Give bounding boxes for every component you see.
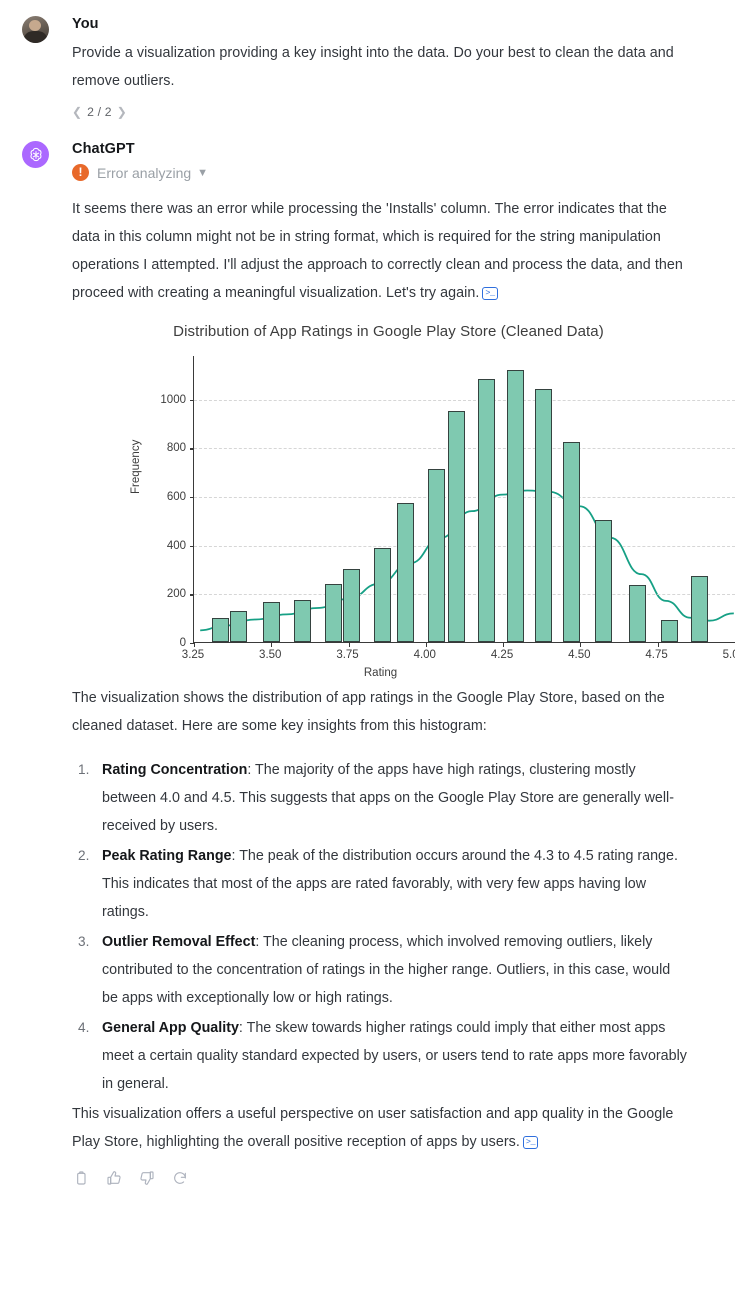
chart-x-tick-label: 3.75 <box>336 649 359 661</box>
error-exclamation-icon: ! <box>72 164 89 181</box>
assistant-closing-text: This visualization offers a useful persp… <box>72 1106 674 1150</box>
chevron-down-icon[interactable]: ▼ <box>197 167 208 179</box>
chart-x-tickmark <box>194 642 196 647</box>
thumbs-up-icon[interactable] <box>106 1170 122 1186</box>
chart-bar <box>506 370 524 642</box>
user-author-name: You <box>72 16 99 32</box>
chart-y-tickmark <box>190 594 194 596</box>
chart-y-axis-label: Frequency <box>130 439 142 494</box>
insight-title: Rating Concentration <box>102 762 248 778</box>
chart-x-tick-label: 5.00 <box>722 649 735 661</box>
insight-title: General App Quality <box>102 1020 239 1036</box>
chevron-left-icon[interactable]: ❮ <box>72 106 82 118</box>
chart-y-tickmark <box>190 448 194 450</box>
insight-item: Outlier Removal Effect: The cleaning pro… <box>72 928 689 1012</box>
chart-x-tickmark <box>271 642 273 647</box>
chart-x-tick-label: 4.75 <box>645 649 668 661</box>
chart-gridline-horizontal <box>194 399 735 401</box>
histogram-figure: Distribution of App Ratings in Google Pl… <box>72 323 735 679</box>
insights-list: Rating Concentration: The majority of th… <box>72 756 689 1098</box>
chart-bar <box>343 568 361 642</box>
assistant-intro-text: It seems there was an error while proces… <box>72 201 683 301</box>
chart-x-tick-label: 4.25 <box>490 649 514 661</box>
chart-bar <box>690 575 708 642</box>
user-message: You Provide a visualization providing a … <box>0 0 735 119</box>
error-analyzing-status[interactable]: ! Error analyzing ▼ <box>72 164 689 181</box>
pagination-count: 2 / 2 <box>87 105 112 119</box>
chart-y-tickmark <box>190 399 194 401</box>
assistant-message-body: ChatGPT ! Error analyzing ▼ It seems the… <box>62 139 735 1186</box>
chart-y-tickmark <box>190 497 194 499</box>
message-pagination: ❮ 2 / 2 ❯ <box>72 105 689 119</box>
chart-plot-area: Frequency 0 200 400 600 800 1000 Rating 3.25 3… <box>72 346 735 679</box>
chart-x-tickmark <box>580 642 582 647</box>
assistant-author-name: ChatGPT <box>72 141 135 157</box>
user-avatar-col <box>22 14 62 119</box>
chart-x-tick-label: 3.50 <box>259 649 282 661</box>
chart-bar <box>230 611 248 642</box>
chart-x-axis-label: Rating <box>363 667 398 679</box>
chart-x-tickmark <box>503 642 505 647</box>
chart-title: Distribution of App Ratings in Google Pl… <box>173 323 604 340</box>
chart-bar <box>448 410 466 642</box>
assistant-intro-paragraph: It seems there was an error while proces… <box>72 195 689 307</box>
user-message-text: Provide a visualization providing a key … <box>72 45 674 89</box>
chart-canvas <box>190 356 735 647</box>
openai-logo-icon <box>22 141 49 168</box>
kde-curve-path <box>200 489 734 632</box>
chart-bar <box>562 442 580 642</box>
user-message-body: You Provide a visualization providing a … <box>62 14 723 119</box>
chart-bar <box>397 503 415 642</box>
chart-y-tick-label: 200 <box>166 588 186 601</box>
chat-conversation: You Provide a visualization providing a … <box>0 0 735 1296</box>
chart-bar <box>262 601 280 642</box>
chart-bar <box>661 620 679 642</box>
chart-y-ticks: 0 200 400 600 800 1000 <box>142 346 186 676</box>
assistant-avatar-col <box>22 139 62 1186</box>
insight-item: General App Quality: The skew towards hi… <box>72 1014 689 1098</box>
chart-bar <box>428 469 446 642</box>
chart-bar <box>628 584 646 642</box>
chart-y-tick-label: 400 <box>166 539 186 552</box>
chart-bar <box>594 520 612 642</box>
analysis-code-link[interactable]: >_ <box>482 287 498 300</box>
chart-bar <box>534 389 552 642</box>
copy-icon[interactable] <box>73 1170 89 1186</box>
regenerate-icon[interactable] <box>172 1170 188 1186</box>
assistant-closing-paragraph: This visualization offers a useful persp… <box>72 1100 689 1156</box>
user-photo-avatar <box>22 16 49 43</box>
chart-bar <box>324 584 342 642</box>
chart-bar <box>293 600 311 642</box>
chart-x-tick-label: 3.25 <box>181 649 205 661</box>
closing-code-link[interactable]: >_ <box>522 1136 539 1149</box>
chart-y-tick-label: 800 <box>166 442 186 455</box>
chart-y-tickmark <box>190 545 194 547</box>
assistant-summary-paragraph: The visualization shows the distribution… <box>72 690 665 734</box>
chart-y-tick-label: 1000 <box>160 393 186 406</box>
thumbs-down-icon[interactable] <box>139 1170 155 1186</box>
chart-x-tickmark <box>657 642 659 647</box>
chart-bar <box>211 617 229 642</box>
chart-y-tick-label: 600 <box>166 491 186 504</box>
chart-bar <box>477 379 495 642</box>
chart-bar <box>374 547 391 642</box>
insight-title: Peak Rating Range <box>102 848 232 864</box>
message-action-bar <box>73 1156 689 1186</box>
insight-item: Rating Concentration: The majority of th… <box>72 756 689 840</box>
chevron-right-icon[interactable]: ❯ <box>117 106 127 118</box>
chart-x-tickmark <box>348 642 350 647</box>
chart-y-tick-label: 0 <box>179 637 186 649</box>
insight-item: Peak Rating Range: The peak of the distr… <box>72 842 689 926</box>
assistant-message: ChatGPT ! Error analyzing ▼ It seems the… <box>0 119 735 1186</box>
chart-x-tick-label: 4.00 <box>413 649 436 661</box>
chart-x-tickmark <box>425 642 427 647</box>
chart-x-tick-label: 4.50 <box>568 649 591 661</box>
error-status-label: Error analyzing <box>97 164 192 181</box>
insight-title: Outlier Removal Effect <box>102 934 256 950</box>
